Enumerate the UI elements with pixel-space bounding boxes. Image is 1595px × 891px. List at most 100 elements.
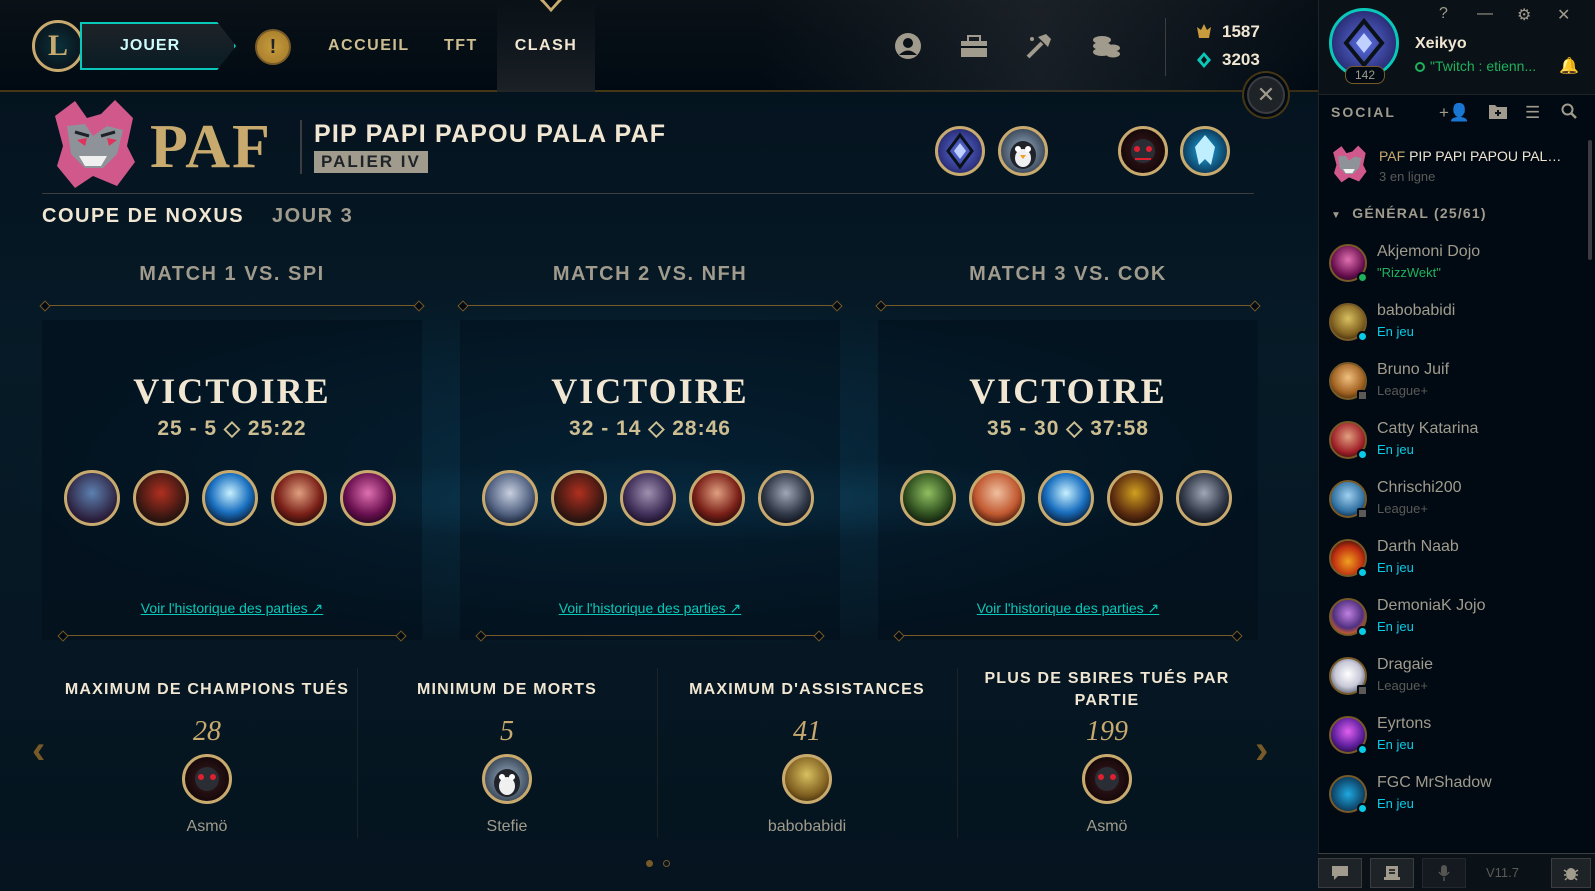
settings-icon[interactable]: ⚙ [1517,5,1531,25]
champion-icon[interactable] [689,470,745,526]
stat-player: Stefie [486,818,528,835]
champion-icon[interactable] [340,470,396,526]
tournament-day: JOUR 3 [272,205,354,227]
champion-icon[interactable] [1176,470,1232,526]
match-title: MATCH 1 VS. SPI [139,263,325,285]
friend-group-header[interactable]: ▼ GÉNÉRAL (25/61) [1331,205,1487,221]
champion-icon[interactable] [64,470,120,526]
store-icon[interactable] [1090,30,1122,62]
chat-icon[interactable] [1318,858,1362,888]
match-history-link[interactable]: Voir l'historique des parties ↗ [42,600,422,617]
match-score: 25 - 5 ◇ 25:22 [157,417,307,440]
match-score: 35 - 30 ◇ 37:58 [987,417,1149,440]
in-game-status-icon [1357,449,1368,460]
stat-value: 28 [193,716,221,747]
champion-icon[interactable] [271,470,327,526]
friend-item[interactable]: babobabidi En jeu [1329,299,1579,355]
champion-icon[interactable] [620,470,676,526]
friend-list-scrollbar[interactable] [1588,140,1592,260]
player-avatar[interactable] [482,754,532,804]
voice-icon[interactable] [1422,858,1466,888]
cup-name: COUPE DE NOXUS [42,205,245,227]
team-member-avatar[interactable] [1180,126,1230,176]
notification-bell-icon[interactable]: 🔔 [1559,56,1579,76]
summoner-level: 142 [1345,66,1385,84]
friend-item[interactable]: Akjemoni Dojo "RizzWekt" [1329,240,1579,296]
search-icon[interactable] [1561,103,1577,124]
stat-title: PLUS DE SBIRES TUÉS PAR PARTIE [984,670,1230,709]
stat-value: 199 [1086,716,1128,747]
collection-icon[interactable] [958,30,990,62]
nav-home[interactable]: ACCUEIL [328,0,410,92]
friend-item[interactable]: Dragaie League+ [1329,653,1579,709]
league-logo-icon[interactable]: L [32,20,84,72]
close-icon[interactable]: ✕ [1247,76,1285,114]
previous-arrow-icon[interactable]: ‹ [32,728,45,773]
crafting-icon[interactable] [1023,30,1055,62]
match-result: VICTOIRE [551,371,749,411]
club-online-count: 3 en ligne [1379,169,1436,184]
social-panel: 142 Xeikyo "Twitch : etienn... ? — ⚙ ✕ 🔔… [1318,0,1595,891]
team-member-avatar[interactable] [935,126,985,176]
team-name: PIP PAPI PAPOU PALA PAF [314,120,667,148]
add-folder-icon[interactable] [1489,103,1507,124]
team-member-avatar[interactable] [1118,126,1168,176]
nav-tft[interactable]: TFT [444,0,478,92]
blue-essence-icon [1197,52,1211,68]
friend-item[interactable]: DemoniaK Jojo En jeu [1329,594,1579,650]
champion-icon[interactable] [969,470,1025,526]
champion-icon[interactable] [1107,470,1163,526]
blue-essence[interactable]: 3203 [1196,50,1260,70]
friend-item[interactable]: Chrischi200 League+ [1329,476,1579,532]
champion-icon[interactable] [551,470,607,526]
close-window-icon[interactable]: ✕ [1557,5,1570,25]
play-button[interactable]: JOUER [80,22,236,70]
list-icon[interactable]: ☰ [1525,103,1540,123]
stat-title: MINIMUM DE MORTS [416,681,598,698]
stat-card: MINIMUM DE MORTS 5 Stefie [357,668,657,836]
friend-item[interactable]: Eyrtons En jeu [1329,712,1579,768]
player-avatar[interactable] [1082,754,1132,804]
friend-item[interactable]: FGC MrShadow En jeu [1329,771,1579,827]
minimize-icon[interactable]: — [1477,5,1493,23]
team-tag: PAF [150,113,272,181]
mobile-status-icon [1357,508,1368,519]
help-icon[interactable]: ? [1439,5,1448,23]
champion-icon[interactable] [900,470,956,526]
match-result: VICTOIRE [133,371,331,411]
match-history-link[interactable]: Voir l'historique des parties ↗ [460,600,840,617]
missions-icon[interactable] [1370,858,1414,888]
friend-item[interactable]: Catty Katarina En jeu [1329,417,1579,473]
page-dot-active[interactable] [646,860,653,867]
page-dot[interactable] [663,860,670,867]
champion-icon[interactable] [202,470,258,526]
friend-item[interactable]: Darth Naab En jeu [1329,535,1579,591]
add-friend-icon[interactable]: +👤 [1439,103,1470,123]
profile-name[interactable]: Xeikyo [1415,35,1467,53]
champion-icon[interactable] [482,470,538,526]
champion-icon[interactable] [1038,470,1094,526]
player-avatar[interactable] [182,754,232,804]
stat-value: 5 [500,716,514,747]
in-game-status-icon [1357,626,1368,637]
social-title: SOCIAL [1331,104,1396,120]
stat-card: PLUS DE SBIRES TUÉS PAR PARTIE 199 Asmö [957,668,1257,836]
bug-report-icon[interactable] [1551,858,1591,888]
in-game-status-icon [1357,567,1368,578]
profile-status[interactable]: "Twitch : etienn... [1415,58,1550,74]
champion-icon[interactable] [133,470,189,526]
online-status-icon [1357,272,1368,283]
nav-clash[interactable]: CLASH [497,0,595,92]
match-history-link[interactable]: Voir l'historique des parties ↗ [878,600,1258,617]
friend-item[interactable]: Bruno Juif League+ [1329,358,1579,414]
profile-icon[interactable] [892,30,924,62]
stat-player: Asmö [1086,818,1128,835]
club-name: PAF PIP PAPI PAPOU PALA P... [1379,148,1569,164]
player-avatar[interactable] [782,754,832,804]
match-title: MATCH 3 VS. COK [969,263,1167,285]
riot-points[interactable]: 1587 [1196,22,1260,42]
alert-icon[interactable]: ! [255,29,291,65]
team-member-avatar[interactable] [998,126,1048,176]
club-entry[interactable]: PAF PIP PAPI PAPOU PALA P... 3 en ligne [1329,142,1589,190]
champion-icon[interactable] [758,470,814,526]
